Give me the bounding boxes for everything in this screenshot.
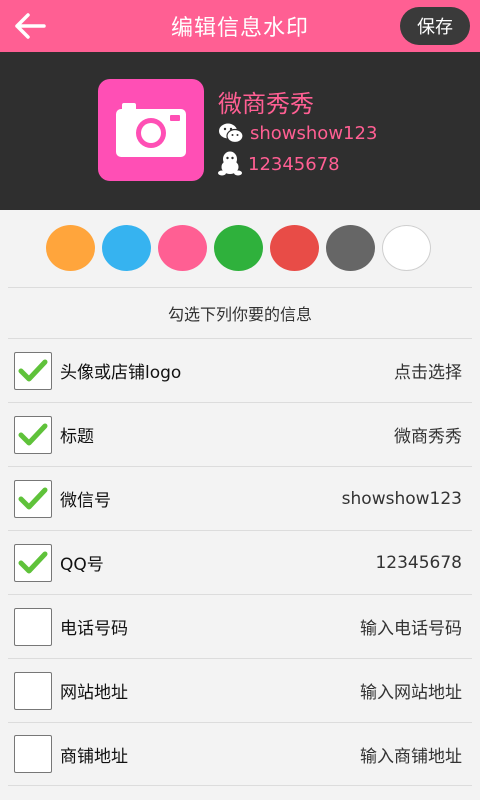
option-value[interactable]: showshow123	[342, 489, 462, 509]
watermark-preview: 微商秀秀 showshow123 12345678	[0, 52, 480, 210]
option-value[interactable]: 12345678	[375, 553, 462, 573]
option-label: 电话号码	[60, 619, 128, 639]
option-row[interactable]: 头像或店铺logo 点击选择	[8, 338, 472, 402]
checkbox[interactable]	[14, 607, 52, 646]
checkbox[interactable]	[14, 351, 52, 390]
option-row[interactable]: 电话号码 输入电话号码	[8, 594, 472, 658]
checkmark-icon	[18, 551, 48, 573]
top-bar: 编辑信息水印 保存	[0, 0, 480, 52]
option-label: 商铺地址	[60, 746, 128, 767]
option-label: 标题	[60, 427, 94, 447]
option-label: QQ号	[60, 555, 104, 575]
checkmark-icon	[18, 359, 48, 381]
qq-penguin-icon	[218, 151, 242, 176]
checkbox[interactable]	[14, 671, 52, 710]
checkbox[interactable]	[14, 735, 52, 773]
option-row[interactable]: 网站地址 输入网站地址	[8, 658, 472, 722]
option-row[interactable]: 商铺地址 输入商铺地址	[8, 722, 472, 786]
checkbox[interactable]	[14, 543, 52, 582]
color-swatch-0[interactable]	[46, 225, 95, 271]
checkbox[interactable]	[14, 479, 52, 518]
checkbox[interactable]	[14, 415, 52, 454]
option-label: 头像或店铺logo	[60, 363, 182, 383]
page-title: 编辑信息水印	[170, 16, 309, 41]
instruction-text: 勾选下列你要的信息	[167, 305, 312, 324]
preview-qq: 12345678	[218, 151, 340, 177]
preview-qq-text: 12345678	[248, 153, 340, 175]
avatar[interactable]	[98, 79, 204, 181]
preview-wechat-text: showshow123	[250, 122, 378, 144]
option-value[interactable]: 点击选择	[394, 358, 462, 383]
option-label: 网站地址	[60, 683, 128, 703]
back-button[interactable]	[10, 6, 50, 46]
option-value[interactable]: 微商秀秀	[394, 422, 462, 447]
option-row[interactable]: 标题 微商秀秀	[8, 402, 472, 466]
options-list: 头像或店铺logo 点击选择标题 微商秀秀微信号 showshow123 QQ号 1234…	[0, 338, 480, 786]
camera-icon	[116, 103, 186, 157]
color-picker	[46, 225, 431, 271]
wechat-icon	[219, 123, 244, 144]
preview-title: 微商秀秀	[218, 90, 314, 118]
color-swatch-2[interactable]	[158, 225, 207, 271]
color-swatch-3[interactable]	[214, 225, 263, 271]
option-value[interactable]: 输入电话号码	[360, 614, 462, 639]
option-row[interactable]: QQ号 12345678	[8, 530, 472, 594]
color-swatch-1[interactable]	[102, 225, 151, 271]
option-label: 微信号	[60, 491, 111, 511]
checkmark-icon	[18, 423, 48, 445]
color-swatch-5[interactable]	[326, 225, 375, 271]
divider	[8, 287, 472, 288]
option-row[interactable]: 微信号 showshow123	[8, 466, 472, 530]
color-swatch-4[interactable]	[270, 225, 319, 271]
option-value[interactable]: 输入商铺地址	[360, 742, 462, 767]
color-swatch-6[interactable]	[382, 225, 431, 271]
checkmark-icon	[18, 487, 48, 509]
option-value[interactable]: 输入网站地址	[360, 678, 462, 703]
save-button[interactable]: 保存	[400, 7, 470, 45]
arrow-left-icon	[15, 13, 46, 39]
preview-wechat: showshow123	[218, 122, 377, 144]
